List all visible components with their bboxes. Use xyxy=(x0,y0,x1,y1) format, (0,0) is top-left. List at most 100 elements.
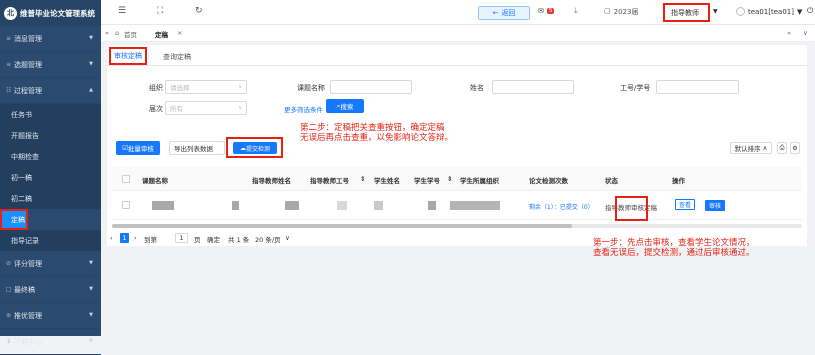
col-student-name: 学生姓名 xyxy=(374,177,400,185)
tab-prev-icon[interactable]: « xyxy=(105,29,109,37)
app-title: 维普毕业论文管理系统 xyxy=(20,8,95,18)
confirm-button[interactable]: 确定 xyxy=(207,234,220,244)
name-input[interactable] xyxy=(492,80,574,94)
menu-label: 选题管理 xyxy=(14,60,42,69)
top-bar: ☰ ⛶ ↻ ← 返回 ✉ 5 ⤓ ▢ 2023届 指导教师 ▼ tea01[tea01… xyxy=(101,0,815,25)
goto-label: 到第 xyxy=(144,236,157,244)
doc-icon: □ xyxy=(6,286,12,293)
page-1[interactable]: 1 xyxy=(120,233,129,243)
grid-icon: ☷ xyxy=(6,87,12,94)
download-icon[interactable]: ⤓ xyxy=(574,6,578,16)
menu-final-draft[interactable]: □ 最终稿 ▼ xyxy=(0,277,101,303)
menu-process[interactable]: ☷ 过程管理 ▲ xyxy=(0,78,101,104)
back-button[interactable]: ← 返回 xyxy=(478,6,530,20)
redacted-cell xyxy=(374,201,383,210)
caret-down-icon[interactable]: ▼ xyxy=(713,8,718,15)
tab-next-icon[interactable]: » xyxy=(787,29,791,37)
annotation-step1: 第一步：先点击审核，查看学生论文情况， 查看无误后，提交检测，通过后审核通过。 xyxy=(593,238,755,258)
batch-label: 届次 xyxy=(149,105,163,113)
sidebar-item-midterm[interactable]: 中期检查 xyxy=(0,146,101,167)
mail-icon: ✉ xyxy=(538,7,544,15)
menu-label: 评分管理 xyxy=(14,259,42,268)
annotation-step2: 第二步：定稿把关查重按钮，确定定稿 无误后再点击查重，以免影响论文答辩。 xyxy=(300,123,453,143)
chevron-down-icon[interactable]: ∨ xyxy=(285,234,290,242)
prev-page-icon[interactable]: ‹ xyxy=(110,234,113,242)
tab-review-final[interactable]: 审核定稿 xyxy=(109,47,147,65)
id-input[interactable] xyxy=(656,80,739,94)
sidebar: 北 维普毕业论文管理系统 ≡ 消息管理 ▼ ≡ 选题管理 ▼ ☷ 过程管理 ▲ 任务书 开题… xyxy=(0,0,101,355)
sidebar-item-record[interactable]: 指导记录 xyxy=(0,230,101,251)
mail-badge: 5 xyxy=(546,8,555,14)
user-menu[interactable]: tea01[tea01] ▼ xyxy=(736,7,802,16)
user-name: tea01[tea01] xyxy=(748,7,794,16)
scrollbar-thumb[interactable] xyxy=(112,224,572,228)
back-label: 返回 xyxy=(501,9,516,17)
chevron-down-icon: ▼ xyxy=(89,61,93,67)
menu-label: 推优管理 xyxy=(14,311,42,320)
column-settings-icon[interactable]: ⚙ xyxy=(790,142,800,154)
tab-home[interactable]: 首页 xyxy=(124,29,137,39)
tab-query-final[interactable]: 查询定稿 xyxy=(163,52,191,62)
export-dropdown[interactable]: 导出列表数据∨ xyxy=(169,141,237,155)
page-input[interactable]: 1 xyxy=(175,233,188,243)
note-line: 无误后再点击查重，以免影响论文答辩。 xyxy=(300,133,454,143)
sort-icon[interactable]: ⇕ xyxy=(447,175,452,183)
list-icon: ≡ xyxy=(6,61,12,68)
sort-dropdown[interactable]: 默认排序 ∧ xyxy=(730,142,772,154)
org-placeholder: 请选择 xyxy=(170,84,190,92)
sidebar-item-final[interactable]: 定稿 xyxy=(0,209,28,230)
row-checkbox[interactable] xyxy=(122,201,130,209)
fullscreen-icon[interactable]: ⛶ xyxy=(157,6,163,16)
org-select[interactable]: 请选择 ∨ xyxy=(165,80,247,94)
divider xyxy=(107,65,807,66)
org-label: 组织 xyxy=(149,84,163,92)
role-selector[interactable]: 指导教师 xyxy=(671,8,699,18)
col-teacher-name: 指导教师姓名 xyxy=(252,177,291,185)
next-page-icon[interactable]: › xyxy=(134,234,137,242)
chevron-down-icon: ∨ xyxy=(238,84,242,90)
menu-label: 消息管理 xyxy=(14,34,42,43)
sidebar-item-draft2[interactable]: 初二稿 xyxy=(0,188,101,209)
star-icon: ⊛ xyxy=(6,312,12,319)
batch-label: 批量审核 xyxy=(127,145,154,153)
topic-input[interactable] xyxy=(330,80,412,94)
menu-recommend[interactable]: ⊛ 推优管理 ▼ xyxy=(0,303,101,329)
select-all-checkbox[interactable] xyxy=(122,175,130,183)
menu-label: 最终稿 xyxy=(14,285,35,294)
menu-topic[interactable]: ≡ 选题管理 ▼ xyxy=(0,52,101,78)
tab-final[interactable]: 定稿 xyxy=(155,29,168,39)
name-label: 姓名 xyxy=(470,84,484,92)
sidebar-item-draft1[interactable]: 初一稿 xyxy=(0,167,101,188)
sort-icon[interactable]: ⇕ xyxy=(360,175,365,183)
download-icon: ⇓ xyxy=(6,338,12,345)
refresh-icon[interactable]: ↻ xyxy=(195,6,203,16)
sidebar-item-proposal[interactable]: 开题报告 xyxy=(0,125,101,146)
message-icon: ≡ xyxy=(6,35,12,42)
search-button[interactable]: ⌕ 搜索 xyxy=(326,99,364,113)
tab-bar: « ⌂ 首页 定稿 × » ∨ xyxy=(101,25,815,42)
menu-label: 下载中心 xyxy=(14,337,42,346)
review-button[interactable]: 审核 xyxy=(705,200,725,211)
mail-button[interactable]: ✉ 5 xyxy=(538,7,555,15)
sidebar-item-task[interactable]: 任务书 xyxy=(0,104,101,125)
close-icon[interactable]: × xyxy=(177,29,182,37)
batch-select[interactable]: 所有 ∨ xyxy=(165,101,247,115)
note-line: 第一步：先点击审核，查看学生论文情况， xyxy=(593,238,755,248)
col-actions: 操作 xyxy=(672,177,685,185)
menu-download[interactable]: ⇓ 下载中心 ▼ xyxy=(0,329,101,355)
batch-review-button[interactable]: ☑ 批量审核 xyxy=(116,141,160,155)
page-size-select[interactable]: 20 条/页 xyxy=(255,234,281,244)
submit-check-button[interactable]: ☁ 提交检测 xyxy=(233,142,277,154)
power-icon[interactable]: ⏻ xyxy=(807,6,813,16)
print-icon[interactable]: ⎙ xyxy=(777,142,787,154)
menu-message[interactable]: ≡ 消息管理 ▼ xyxy=(0,26,101,52)
collapse-icon[interactable]: ☰ xyxy=(118,6,126,16)
horizontal-scrollbar[interactable] xyxy=(112,224,802,228)
more-filters-link[interactable]: 更多筛选条件 xyxy=(284,104,323,114)
year-selector[interactable]: ▢ 2023届 xyxy=(604,7,638,17)
tab-more-icon[interactable]: ∨ xyxy=(803,29,808,37)
table-header: 课题名称 指导教师姓名 指导教师工号 ⇕ 学生姓名 学生学号 ⇕ 学生所属组织 … xyxy=(112,167,802,191)
view-button[interactable]: 查看 xyxy=(675,199,695,210)
home-icon[interactable]: ⌂ xyxy=(115,29,119,37)
menu-score[interactable]: ⊘ 评分管理 ▼ xyxy=(0,251,101,277)
